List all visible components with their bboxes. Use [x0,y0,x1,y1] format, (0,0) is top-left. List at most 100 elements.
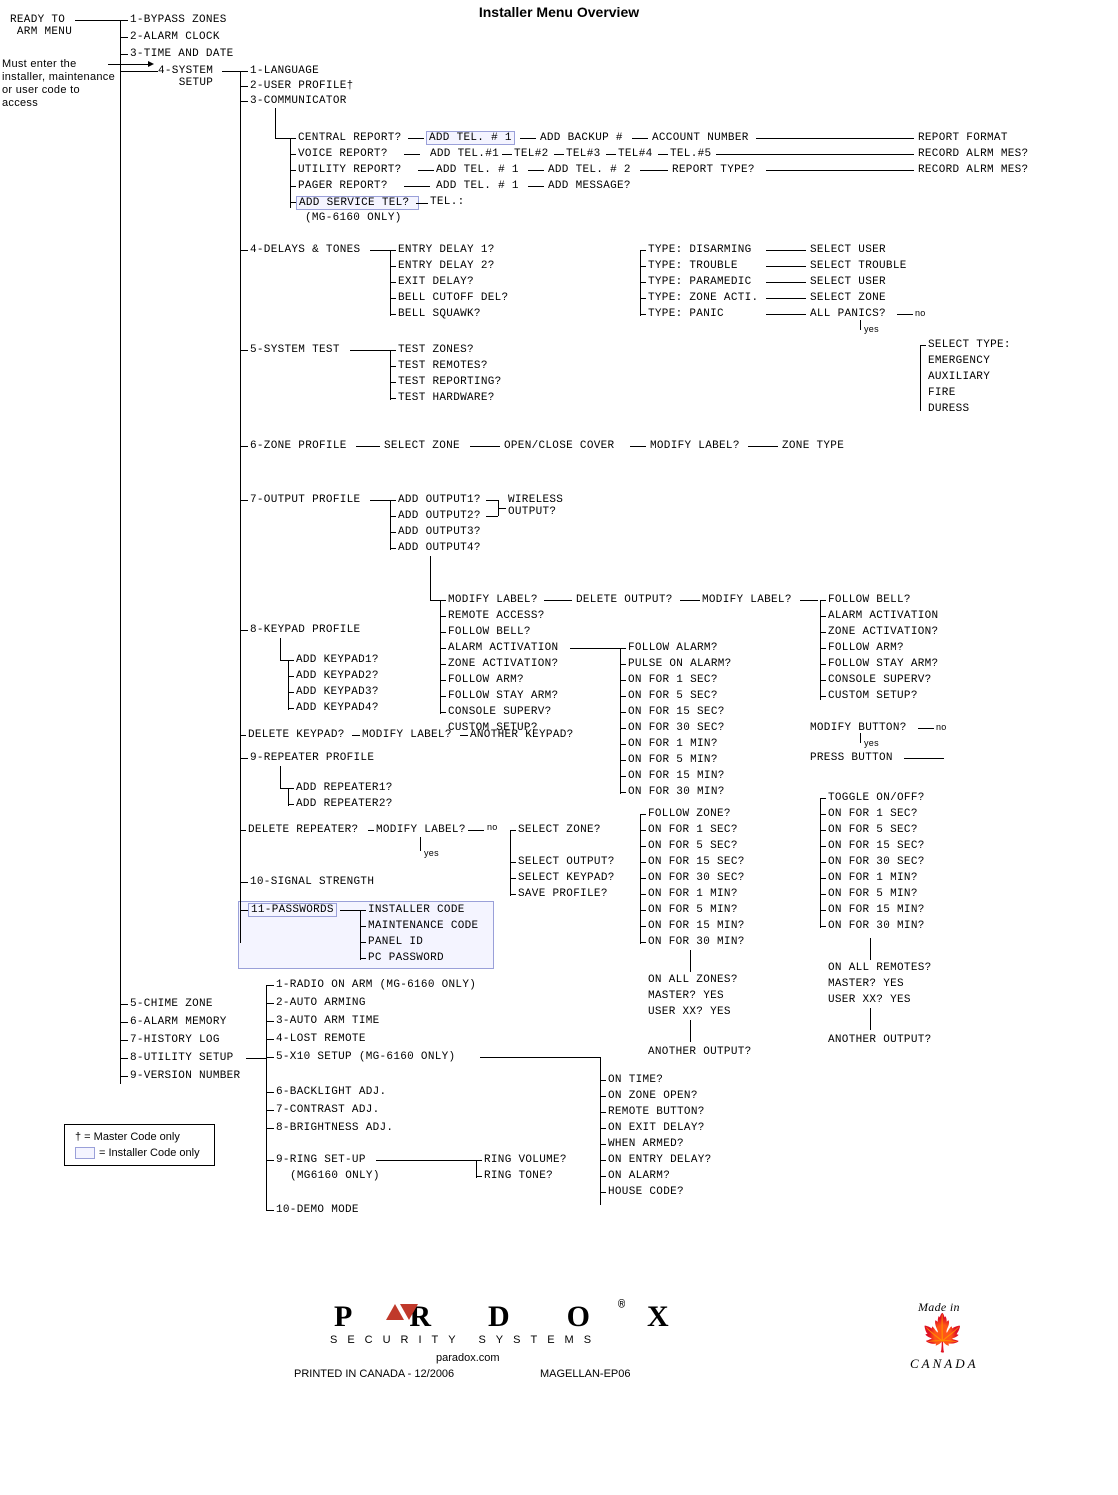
tg-5m: ON FOR 5 MIN? [828,888,918,900]
x-entry: ON ENTRY DELAY? [608,1154,712,1166]
o-za: ZONE ACTIVATION? [448,658,558,670]
r-mod: MODIFY LABEL? [376,824,466,836]
u-5: 5-X10 SETUP (MG-6160 ONLY) [276,1051,455,1063]
s-output: 7-OUTPUT PROFILE [250,494,360,506]
o-cs: CONSOLE SUPERV? [448,706,552,718]
r-sk: SELECT KEYPAD? [518,872,615,884]
ar-m: MASTER? YES [828,978,904,990]
c-v-tel1: ADD TEL.#1 [430,148,499,160]
m-alarm-mem: 6-ALARM MEMORY [130,1016,227,1028]
s-lang: 1-LANGUAGE [250,65,319,77]
k-del: DELETE KEYPAD? [248,729,345,741]
c-service-sub: (MG-6160 ONLY) [305,212,402,224]
s-keypad: 8-KEYPAD PROFILE [250,624,360,636]
tg-1m: ON FOR 1 MIN? [828,872,918,884]
t-su1: SELECT USER [810,244,886,256]
c-v-tel4: TEL#4 [618,148,653,160]
t-zone: TYPE: ZONE ACTI. [648,292,758,304]
s-repeater: 9-REPEATER PROFILE [250,752,374,764]
x-zone: ON ZONE OPEN? [608,1090,698,1102]
s-communicator: 3-COMMUNICATOR [250,95,347,107]
legend-swatch [75,1147,95,1159]
u-8: 8-BRIGHTNESS ADJ. [276,1122,393,1134]
r-no: no [487,822,498,832]
fa-5m: ON FOR 5 MIN? [628,754,718,766]
c-p-msg: ADD MESSAGE? [548,180,631,192]
m-time-date: 3-TIME AND DATE [130,48,234,60]
fz-5s: ON FOR 5 SEC? [648,840,738,852]
m-system-setup: 4-SYSTEM SETUP [158,65,213,89]
c-report-fmt: REPORT FORMAT [918,132,1008,144]
fa-1m: ON FOR 1 MIN? [628,738,718,750]
u-2: 2-AUTO ARMING [276,997,366,1009]
k-add3: ADD KEYPAD3? [296,686,379,698]
logo-triangle-icon-2 [400,1304,418,1320]
fz-30s: ON FOR 30 SEC? [648,872,745,884]
c-add-tel1-box: ADD TEL. # 1 [426,131,515,145]
tst-zones: TEST ZONES? [398,344,474,356]
r-yes: yes [424,848,439,858]
u-4: 4-LOST REMOTE [276,1033,366,1045]
c-p-tel1: ADD TEL. # 1 [436,180,519,192]
m-alarm-clock: 2-ALARM CLOCK [130,31,220,43]
o-ra: REMOTE ACCESS? [448,610,545,622]
m-version: 9-VERSION NUMBER [130,1070,240,1082]
az-another: ANOTHER OUTPUT? [648,1046,752,1058]
s-zone-profile: 6-ZONE PROFILE [250,440,347,452]
maple-leaf-icon: 🍁 [920,1312,965,1356]
t-panic: TYPE: PANIC [648,308,724,320]
fa-30s: ON FOR 30 SEC? [628,722,725,734]
or-cs: CONSOLE SUPERV? [828,674,932,686]
legend-master: † = Master Code only [75,1131,200,1143]
pw-maint: MAINTENANCE CODE [368,920,478,932]
o-add4: ADD OUTPUT4? [398,542,481,554]
o-add2: ADD OUTPUT2? [398,510,481,522]
tst-hw: TEST HARDWARE? [398,392,495,404]
tg-1s: ON FOR 1 SEC? [828,808,918,820]
tst-rep: TEST REPORTING? [398,376,502,388]
footer-sub: SECURITY SYSTEMS [330,1334,601,1346]
o-fsa: FOLLOW STAY ARM? [448,690,558,702]
canada: CANADA [910,1356,979,1372]
u-3: 3-AUTO ARM TIME [276,1015,380,1027]
or-fsa: FOLLOW STAY ARM? [828,658,938,670]
c-u-tel2: ADD TEL. # 2 [548,164,631,176]
d-squawk: BELL SQUAWK? [398,308,481,320]
s-signal: 10-SIGNAL STRENGTH [250,876,374,888]
u-7: 7-CONTRAST ADJ. [276,1104,380,1116]
ar-q: ON ALL REMOTES? [828,962,932,974]
root-label: READY TO ARM MENU [10,14,72,38]
az-q: ON ALL ZONES? [648,974,738,986]
r-add2: ADD REPEATER2? [296,798,393,810]
tg-15s: ON FOR 15 SEC? [828,840,925,852]
tg-30s: ON FOR 30 SEC? [828,856,925,868]
o-modbtn: MODIFY BUTTON? [810,722,907,734]
c-v-tel5: TEL.#5 [670,148,711,160]
k-mod: MODIFY LABEL? [362,729,452,741]
k-add2: ADD KEYPAD2? [296,670,379,682]
t-fire: FIRE [928,387,956,399]
fz-15m: ON FOR 15 MIN? [648,920,745,932]
o-mod2: MODIFY LABEL? [702,594,792,606]
c-utility: UTILITY REPORT? [298,164,402,176]
tg-toggle: TOGGLE ON/OFF? [828,792,925,804]
d-e1: ENTRY DELAY 1? [398,244,495,256]
t-aux: AUXILIARY [928,371,990,383]
c-pager: PAGER REPORT? [298,180,388,192]
legend-installer: = Installer Code only [99,1147,200,1159]
o-yes2: yes [864,738,879,748]
zp-type: ZONE TYPE [782,440,844,452]
d-bell-cut: BELL CUTOFF DEL? [398,292,508,304]
o-add3: ADD OUTPUT3? [398,526,481,538]
m-chime: 5-CHIME ZONE [130,998,213,1010]
o-del: DELETE OUTPUT? [576,594,673,606]
c-voice: VOICE REPORT? [298,148,388,160]
s-passwords: 11-PASSWORDS [248,903,337,917]
u-1: 1-RADIO ON ARM (MG-6160 ONLY) [276,979,476,991]
fz-1s: ON FOR 1 SEC? [648,824,738,836]
ar-another: ANOTHER OUTPUT? [828,1034,932,1046]
fa-pulse: PULSE ON ALARM? [628,658,732,670]
zp-open: OPEN/CLOSE COVER [504,440,614,452]
s-user-profile: 2-USER PROFILE† [250,80,354,92]
t-su2: SELECT USER [810,276,886,288]
